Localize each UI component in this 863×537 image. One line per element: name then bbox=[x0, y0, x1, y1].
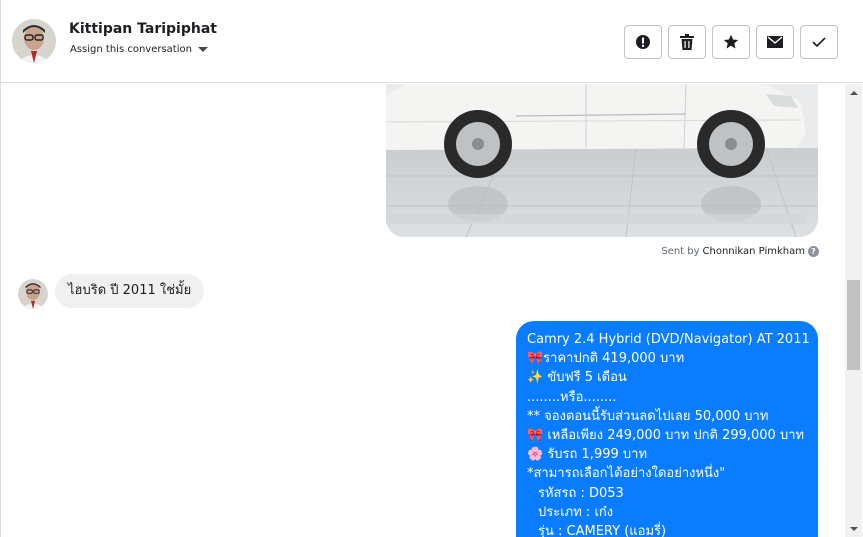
sent-by-prefix: Sent by bbox=[661, 246, 700, 257]
outgoing-message[interactable]: Camry 2.4 Hybrid (DVD/Navigator) AT 2011… bbox=[516, 321, 818, 537]
incoming-message[interactable]: ไฮบริด ปี 2011 ใช่มั้ย bbox=[55, 274, 205, 308]
assign-label: Assign this conversation bbox=[70, 44, 192, 55]
assign-conversation-dropdown[interactable]: Assign this conversation bbox=[70, 44, 208, 55]
contact-name: Kittipan Taripiphat bbox=[69, 21, 217, 37]
caret-down-icon bbox=[197, 47, 208, 52]
message-line: Camry 2.4 Hybrid (DVD/Navigator) AT 2011 bbox=[527, 332, 810, 347]
message-line: รุ่น : CAMERY (แอมรี่) bbox=[538, 524, 667, 537]
message-line: 🎀 เหลือเพียง 249,000 บาท ปกติ 299,000 บา… bbox=[527, 428, 805, 444]
message-line: รหัสรถ : D053 bbox=[538, 485, 624, 501]
thread-scrollbar[interactable] bbox=[845, 84, 862, 537]
scroll-down-arrow-icon[interactable] bbox=[845, 520, 862, 537]
message-thread[interactable]: Sent by Chonnikan Pimkham ? ไฮบริด ปี 20… bbox=[1, 84, 845, 537]
message-line: ........หรือ........ bbox=[527, 389, 617, 405]
scrollbar-thumb[interactable] bbox=[847, 280, 860, 370]
sent-by-info: Sent by Chonnikan Pimkham ? bbox=[661, 246, 819, 257]
conversation-actions bbox=[624, 25, 838, 59]
mark-done-button[interactable] bbox=[800, 25, 838, 59]
message-line: 🌸 รับรถ 1,999 บาท bbox=[527, 447, 648, 463]
star-icon bbox=[723, 34, 739, 49]
alert-icon bbox=[636, 35, 650, 49]
follow-up-button[interactable] bbox=[712, 25, 750, 59]
message-line: 🎀ราคาปกติ 419,000 บาท bbox=[527, 351, 685, 367]
mark-spam-button[interactable] bbox=[624, 25, 662, 59]
contact-avatar[interactable] bbox=[12, 19, 56, 63]
sender-avatar[interactable] bbox=[18, 279, 48, 309]
trash-icon bbox=[680, 34, 694, 50]
delete-button[interactable] bbox=[668, 25, 706, 59]
message-line: ✨ ขับฟรี 5 เดือน bbox=[527, 370, 627, 386]
check-icon bbox=[812, 37, 826, 48]
conversation-header: Kittipan Taripiphat Assign this conversa… bbox=[1, 0, 863, 83]
mark-unread-button[interactable] bbox=[756, 25, 794, 59]
scroll-up-arrow-icon[interactable] bbox=[845, 84, 862, 101]
message-line: ประเภท : เก๋ง bbox=[538, 504, 614, 520]
sent-by-author[interactable]: Chonnikan Pimkham bbox=[703, 246, 805, 257]
question-icon[interactable]: ? bbox=[808, 246, 819, 257]
car-photo-attachment[interactable] bbox=[386, 84, 818, 237]
message-line: ** จองตอนนี้รับส่วนลดไปเลย 50,000 บาท bbox=[527, 408, 769, 424]
envelope-icon bbox=[767, 36, 783, 48]
message-line: *สามารถเลือกได้อย่างใดอย่างหนึ่ง" bbox=[527, 466, 726, 482]
messenger-window: Kittipan Taripiphat Assign this conversa… bbox=[0, 0, 863, 537]
